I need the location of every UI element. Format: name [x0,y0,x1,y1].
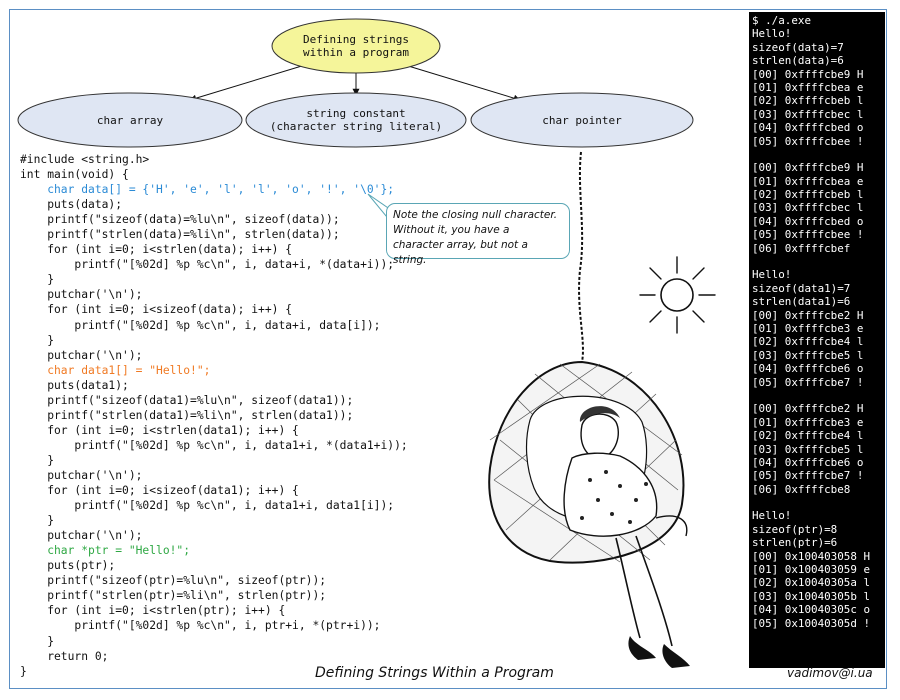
char-array-label: char array [97,114,164,127]
root-label-line-1: Defining strings [303,33,409,46]
code-line: int main(void) { [20,168,129,182]
code-line: printf("[%02d] %p %c\n", i, data1+i, *(d… [20,438,408,452]
terminal-line: sizeof(ptr)=8 [752,522,838,536]
terminal-line: [00] 0xffffcbe9 H [752,67,864,81]
terminal-line: [05] 0xffffcbee ! [752,134,864,148]
string-constant-label-line-1: string constant [306,107,405,120]
code-line: } [20,453,55,467]
code-line: putchar('\n'); [20,468,143,482]
terminal-line: [03] 0x10040305b l [752,589,871,603]
terminal-line: [02] 0xffffcbe4 l [752,429,864,443]
terminal-line: $ ./a.exe [752,14,812,27]
node-char-array: char array [17,92,243,148]
concept-diagram: Defining strings within a program char a… [17,18,694,148]
code-line: puts(data); [20,198,123,212]
author-credit: vadimov@i.ua [787,666,873,680]
terminal-line: [04] 0xffffcbed o [752,121,864,135]
code-line: printf("[%02d] %p %c\n", i, ptr+i, *(ptr… [20,619,381,633]
terminal-line: [01] 0xffffcbe3 e [752,415,864,429]
char-pointer-label: char pointer [542,114,622,127]
terminal-line: [01] 0x100403059 e [752,563,871,577]
terminal-line: [06] 0xffffcbef [752,241,851,255]
terminal-line: [01] 0xffffcbea e [752,174,864,188]
terminal-line: [00] 0x100403058 H [752,549,871,563]
code-line: printf("strlen(data1)=%li\n", strlen(dat… [20,408,354,422]
terminal-line: [00] 0xffffcbe2 H [752,308,864,322]
code-line: return 0; [20,649,109,663]
terminal-line: [01] 0xffffcbea e [752,80,864,94]
terminal-line: [04] 0xffffcbed o [752,214,864,228]
code-listing: #include <string.h> int main(void) { char… [20,152,408,679]
sun-icon [639,256,716,334]
code-line: printf("[%02d] %p %c\n", i, data1+i, dat… [20,499,395,513]
terminal-line: [01] 0xffffcbe3 e [752,321,864,335]
code-line: printf("strlen(data)=%li\n", strlen(data… [20,228,340,242]
terminal-line: [03] 0xffffcbec l [752,107,864,121]
code-line: for (int i=0; i<strlen(data1); i++) { [20,423,299,437]
code-line: printf("[%02d] %p %c\n", i, data+i, data… [20,318,381,332]
terminal-output: $ ./a.exe Hello! sizeof(data)=7 strlen(data… [749,12,885,668]
terminal-line: [05] 0xffffcbee ! [752,228,864,242]
code-line: printf("strlen(ptr)=%li\n", strlen(ptr))… [20,589,327,603]
string-constant-label-line-2: (character string literal) [270,120,442,133]
terminal-line: sizeof(data)=7 [752,40,844,54]
code-line: printf("sizeof(data1)=%lu\n", sizeof(dat… [20,393,354,407]
code-line: putchar('\n'); [20,529,143,543]
terminal-line: sizeof(data1)=7 [752,281,851,295]
terminal-line: Hello! [752,509,792,523]
terminal-line: Hello! [752,268,792,282]
code-line: char data[] = {'H', 'e', 'l', 'l', 'o', … [20,183,395,197]
code-line: printf("sizeof(ptr)=%lu\n", sizeof(ptr))… [20,574,327,588]
code-line: } [20,514,55,528]
terminal-line: strlen(data)=6 [752,54,844,68]
code-line: for (int i=0; i<sizeof(data); i++) { [20,303,293,317]
terminal-line: [02] 0xffffcbeb l [752,188,864,202]
code-line: puts(ptr); [20,559,116,573]
code-line: for (int i=0; i<sizeof(data1); i++) { [20,484,299,498]
terminal-line: [04] 0xffffcbe6 o [752,455,864,469]
code-line: char *ptr = "Hello!"; [20,544,191,558]
terminal-line: [00] 0xffffcbe9 H [752,161,864,175]
code-line: #include <string.h> [20,153,150,166]
terminal-line: [03] 0xffffcbe5 l [752,348,864,362]
terminal-line: [04] 0x10040305c o [752,603,871,617]
code-line: } [20,634,55,648]
code-line: putchar('\n'); [20,288,143,302]
arrow-to-char-array [189,64,306,102]
code-line: putchar('\n'); [20,348,143,362]
terminal-line: [04] 0xffffcbe6 o [752,362,864,376]
terminal-line: [05] 0xffffcbe7 ! [752,375,864,389]
terminal-line: strlen(data1)=6 [752,295,851,309]
node-string-constant: string constant (character string litera… [245,92,467,148]
node-char-pointer: char pointer [470,92,694,148]
arrow-to-char-pointer [404,64,521,102]
terminal-line: [02] 0x10040305a l [752,576,871,590]
terminal-line: [05] 0xffffcbe7 ! [752,469,864,483]
code-line: puts(data1); [20,378,129,392]
code-line: } [20,273,55,287]
code-line: } [20,333,55,347]
figure-caption: Defining Strings Within a Program [315,665,554,681]
terminal-line: Hello! [752,27,792,41]
hanging-chair-illustration [488,151,716,668]
root-label-line-2: within a program [303,46,409,59]
terminal-line: [02] 0xffffcbeb l [752,94,864,108]
terminal-line: [06] 0xffffcbe8 [752,482,851,496]
terminal-line: strlen(ptr)=6 [752,536,838,550]
code-line: printf("[%02d] %p %c\n", i, data+i, *(da… [20,258,395,272]
code-line: char data1[] = "Hello!"; [20,363,211,377]
code-line: printf("sizeof(data)=%lu\n", sizeof(data… [20,213,340,227]
terminal-line: [05] 0x10040305d ! [752,616,871,630]
terminal-line: [02] 0xffffcbe4 l [752,335,864,349]
root-node: Defining strings within a program [271,18,441,74]
code-line: for (int i=0; i<strlen(ptr); i++) { [20,604,286,618]
terminal-line: [03] 0xffffcbe5 l [752,442,864,456]
code-line: for (int i=0; i<strlen(data); i++) { [20,243,293,257]
terminal-line: [03] 0xffffcbec l [752,201,864,215]
terminal-line: [00] 0xffffcbe2 H [752,402,864,416]
